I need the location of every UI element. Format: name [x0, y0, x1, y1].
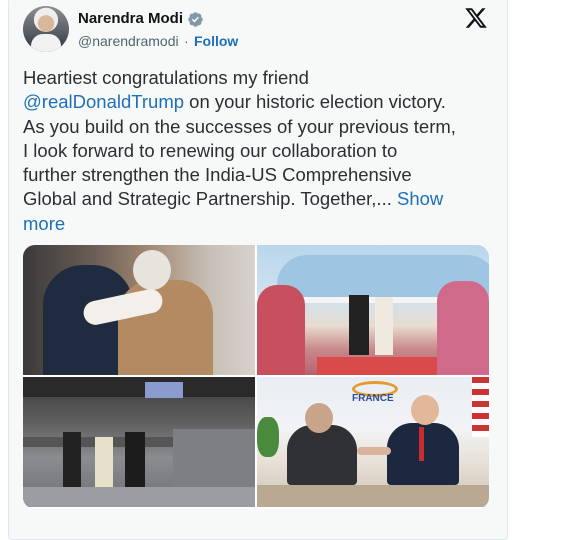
- airport-welcome-photo[interactable]: [257, 245, 489, 375]
- france-sign: FRANCE: [352, 393, 394, 404]
- author-avatar[interactable]: [23, 6, 69, 52]
- media-grid: FRANCE: [23, 245, 489, 509]
- show-more-link[interactable]: Show: [397, 188, 443, 209]
- mention-link[interactable]: @realDonaldTrump: [23, 91, 184, 112]
- follow-button[interactable]: Follow: [194, 33, 238, 49]
- x-logo-icon[interactable]: [464, 6, 488, 30]
- tweet-line: Heartiest congratulations my friend: [23, 67, 309, 88]
- show-more-link-continued[interactable]: more: [23, 213, 65, 234]
- separator-dot: ·: [184, 33, 189, 49]
- tweet-line: Global and Strategic Partnership. Togeth…: [23, 188, 444, 210]
- tweet-line: @realDonaldTrump on your historic electi…: [23, 91, 446, 113]
- g7-handshake-photo[interactable]: FRANCE: [257, 377, 489, 507]
- verified-badge-icon: [188, 12, 203, 27]
- tweet-line: further strengthen the India-US Comprehe…: [23, 164, 412, 186]
- tweet-line: more: [23, 212, 498, 236]
- author-handle[interactable]: @narendramodi: [78, 33, 179, 49]
- embrace-photo[interactable]: [23, 245, 255, 375]
- tweet-line: I look forward to renewing our collabora…: [23, 139, 398, 161]
- author-name[interactable]: Narendra Modi: [78, 10, 183, 27]
- tweet-line: As you build on the successes of your pr…: [23, 115, 456, 137]
- stadium-walk-photo[interactable]: [23, 377, 255, 507]
- tweet-text: Heartiest congratulations my friend @rea…: [23, 66, 498, 236]
